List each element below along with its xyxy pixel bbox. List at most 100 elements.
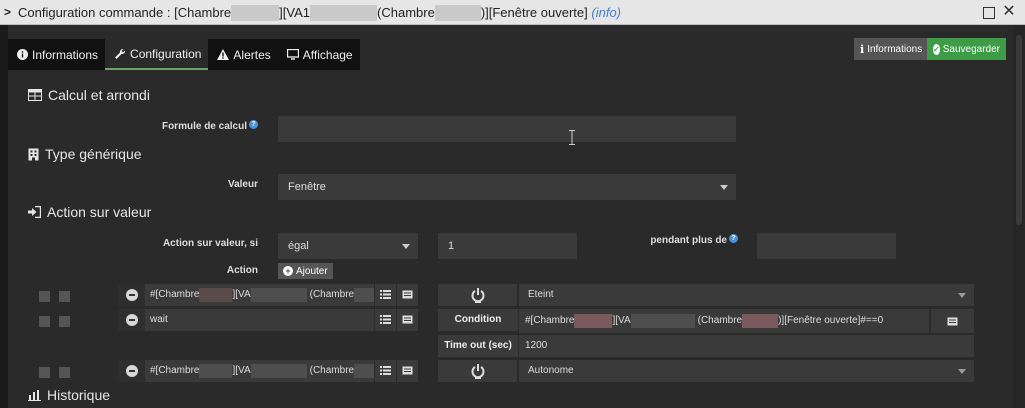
valeur-selected: Fenêtre [288,181,326,193]
select-command-button[interactable] [396,309,418,331]
section-calcul: Calcul et arrondi [28,85,150,105]
plus-circle-icon: + [283,266,293,276]
tab-alertes[interactable]: Alertes [208,39,277,70]
scrollbar-thumb[interactable] [1016,35,1022,225]
sign-in-icon [28,206,41,218]
select-command-button[interactable] [396,284,418,306]
valeur-select[interactable]: Fenêtre [278,174,736,200]
power-icon [471,364,485,379]
power-button[interactable] [438,284,518,306]
table-icon [28,89,42,101]
background-checkbox[interactable] [59,291,70,302]
title-part-2: ][VA1 [279,5,311,20]
informations-button[interactable]: i Informations [854,38,927,60]
pendant-label-text: pendant plus de [650,235,727,246]
redacted-block [574,314,613,328]
warning-triangle-icon [217,49,230,60]
redacted-block [310,5,378,21]
window-title: Configuration commande : [Chambre][VA1 (C… [18,5,621,21]
pendant-input[interactable] [757,233,896,259]
title-part-3: (Chambre [377,5,435,20]
redacted-block [354,288,374,302]
action-command-input[interactable]: #[Chambre ][VA (Chambre [145,284,374,306]
maximize-icon[interactable] [979,3,997,21]
cmd-part: ][VA [232,365,251,376]
save-button[interactable]: ✓ Sauvegarder [927,38,1006,60]
select-command-button[interactable] [396,360,418,382]
caret-down-icon [958,369,966,374]
enable-checkbox[interactable] [39,316,50,327]
action-label: Action [226,265,258,276]
state-selected: Eteint [528,289,554,300]
bar-chart-icon [28,390,41,401]
window-title-bar: > Configuration commande : [Chambre][VA1… [0,0,1025,25]
chevron-right-icon[interactable]: > [4,5,14,19]
select-condition-button[interactable] [930,309,974,333]
state-selected: Autonome [528,365,574,376]
state-select[interactable]: Eteint [519,284,974,306]
remove-action-button[interactable] [118,284,146,306]
cmd-part: #[Chambre [150,289,200,300]
formule-label: Formule de calcul? [148,120,258,134]
redacted-block [250,288,307,302]
tab-configuration[interactable]: Configuration [105,39,209,70]
list-options-button[interactable] [374,360,396,382]
list-options-button[interactable] [374,309,396,331]
building-icon [28,148,39,160]
cmd-part: ][VA [232,289,251,300]
enable-checkbox[interactable] [39,291,50,302]
condition-input[interactable]: #[Chambre][VA (Chambre)][Fenêtre ouverte]… [519,309,929,333]
help-icon[interactable]: ? [249,120,258,129]
list-options-button[interactable] [374,284,396,306]
action-command-input[interactable]: wait [145,309,374,331]
tasks-icon [380,366,391,375]
redacted-block [630,314,695,328]
redacted-block [742,314,779,328]
cmd-part: (Chambre [309,289,355,300]
info-circle-icon [17,49,28,60]
operator-select[interactable]: égal [278,233,418,259]
cond-part: )][Fenêtre ouverte]#==0 [778,315,884,326]
cmd-part: (Chambre [309,365,355,376]
tab-informations[interactable]: Informations [8,39,105,70]
action-command-input[interactable]: #[Chambre ][VA (Chambre [145,360,374,382]
section-title: Type générique [45,146,142,162]
section-type: Type générique [28,144,142,164]
timeout-label: Time out (sec) [438,335,518,357]
add-action-button[interactable]: + Ajouter [278,263,333,279]
close-icon[interactable]: ✕ [1000,3,1018,21]
text-cursor-icon [569,130,575,145]
tab-affichage[interactable]: Affichage [278,39,360,70]
tab-label: Alertes [233,47,271,62]
cond-part: ][VA [612,315,631,326]
title-info-link[interactable]: (info) [591,5,621,21]
tasks-icon [380,290,391,299]
check-circle-icon: ✓ [933,43,940,55]
valeur-label: Valeur [227,179,258,190]
state-select[interactable]: Autonome [519,360,974,382]
formule-input[interactable] [278,116,736,142]
enable-checkbox[interactable] [39,367,50,378]
remove-action-button[interactable] [118,360,146,382]
tab-label: Configuration [130,46,202,61]
pendant-label: pendant plus de? [628,234,738,248]
power-icon [471,288,485,303]
wrench-icon [115,48,126,59]
operator-selected: égal [288,240,309,252]
formule-label-text: Formule de calcul [161,121,247,132]
compare-value-input[interactable]: 1 [438,233,577,259]
help-icon[interactable]: ? [729,234,738,243]
background-checkbox[interactable] [59,316,70,327]
tab-label: Affichage [302,47,353,62]
cmd-part: #[Chambre [150,365,200,376]
background-checkbox[interactable] [59,367,70,378]
redacted-block [250,364,307,378]
remove-action-button[interactable] [118,309,146,331]
timeout-input[interactable]: 1200 [519,335,974,357]
caret-down-icon [402,244,410,249]
info-icon: i [860,42,865,56]
section-title: Historique [47,387,111,403]
vertical-scrollbar[interactable] [1013,25,1025,408]
power-button[interactable] [438,360,518,382]
section-title: Calcul et arrondi [48,87,150,103]
